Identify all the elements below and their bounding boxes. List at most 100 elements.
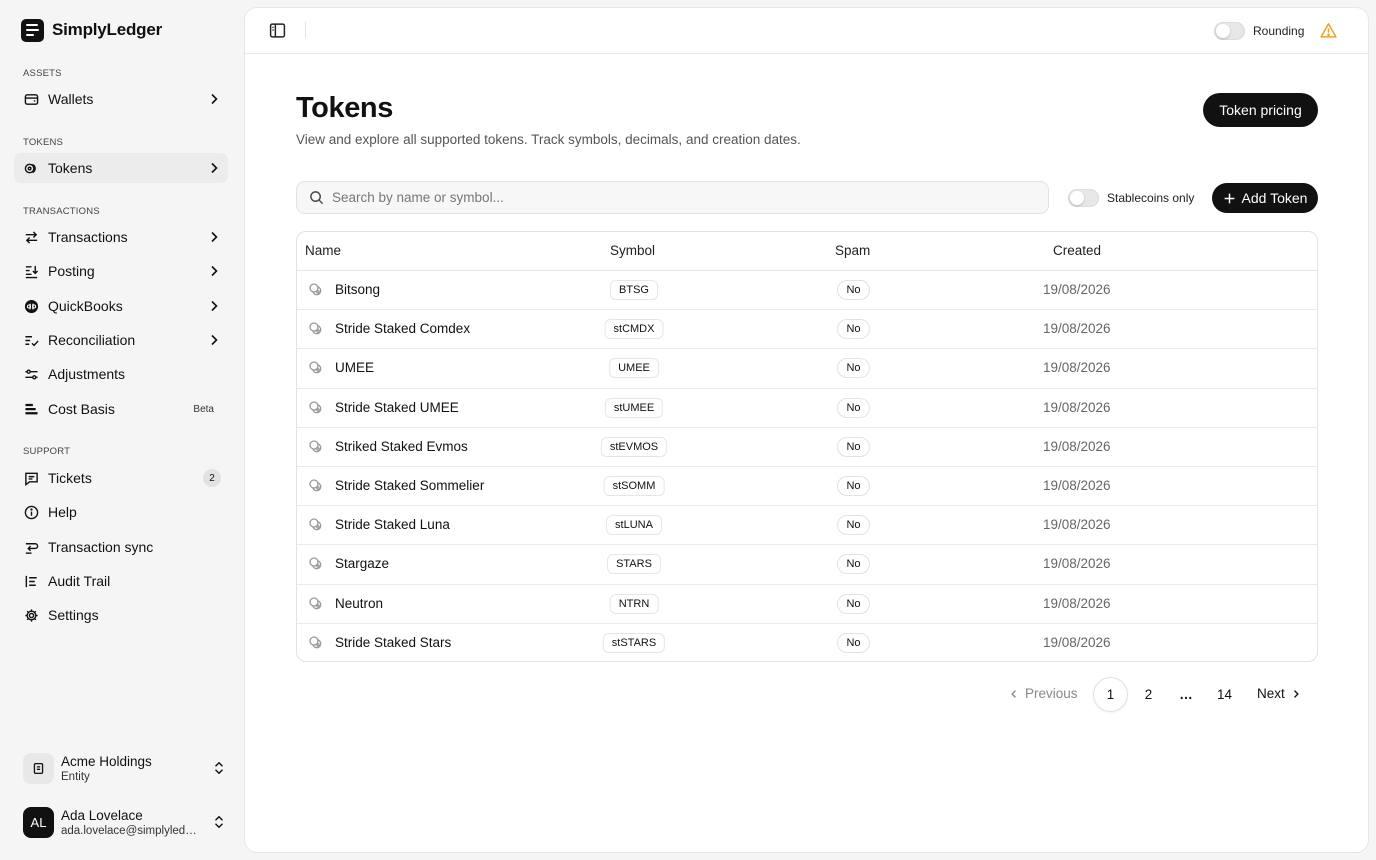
- entity-name: Acme Holdings: [61, 753, 152, 769]
- token-coins-icon: [309, 557, 322, 570]
- warning-triangle-icon[interactable]: [1320, 22, 1337, 39]
- entity-switcher[interactable]: Acme Holdings Entity: [23, 750, 229, 786]
- rounding-toggle[interactable]: [1214, 22, 1245, 40]
- created-date: 19/08/2026: [1043, 477, 1111, 493]
- sidebar-item-transaction-sync[interactable]: Transaction sync: [14, 532, 228, 562]
- spam-status-badge: No: [837, 554, 870, 575]
- chevron-right-icon: [1293, 689, 1299, 698]
- sidebar-item-transactions[interactable]: Transactions: [14, 222, 228, 252]
- created-date: 19/08/2026: [1043, 556, 1111, 572]
- brand-logo-icon: [21, 18, 44, 42]
- spam-status-badge: No: [837, 319, 870, 340]
- chevron-right-icon: [211, 300, 218, 312]
- table-row[interactable]: Stride Staked Luna stLUNA No 19/08/2026: [297, 506, 1317, 546]
- sidebar-item-tickets[interactable]: Tickets 2: [14, 463, 228, 493]
- page-number-14[interactable]: 14: [1207, 677, 1242, 712]
- chevron-right-icon: [211, 162, 218, 174]
- table-row[interactable]: Stargaze STARS No 19/08/2026: [297, 545, 1317, 585]
- sidebar-item-quickbooks[interactable]: QuickBooks: [14, 291, 228, 321]
- rounding-control: Rounding: [1214, 22, 1304, 40]
- created-date: 19/08/2026: [1043, 438, 1111, 454]
- chevron-right-icon: [211, 334, 218, 346]
- tickets-count-badge: 2: [203, 469, 221, 487]
- token-symbol-badge: stSTARS: [602, 632, 666, 653]
- sidebar-item-label: Reconciliation: [48, 332, 136, 348]
- column-header-spam[interactable]: Spam: [835, 243, 870, 258]
- spam-status-badge: No: [837, 436, 870, 457]
- table-row[interactable]: Stride Staked Comdex stCMDX No 19/08/2026: [297, 310, 1317, 350]
- spam-status-badge: No: [837, 475, 870, 496]
- token-name: Stride Staked Stars: [335, 634, 452, 650]
- token-coins-icon: [309, 518, 322, 531]
- token-symbol-badge: stEVMOS: [600, 436, 668, 457]
- token-name: Stride Staked Comdex: [335, 321, 471, 337]
- rounding-label: Rounding: [1253, 24, 1305, 38]
- add-token-button[interactable]: Add Token: [1212, 183, 1318, 213]
- pagination-previous[interactable]: Previous: [1008, 686, 1078, 701]
- page-title: Tokens: [296, 92, 393, 124]
- sidebar-item-adjustments[interactable]: Adjustments: [14, 359, 228, 389]
- column-header-created[interactable]: Created: [1053, 243, 1101, 258]
- arrows-exchange-icon: [24, 230, 39, 245]
- column-header-symbol[interactable]: Symbol: [610, 243, 655, 258]
- sidebar-item-audit-trail[interactable]: Audit Trail: [14, 566, 228, 596]
- sidebar-item-cost-basis[interactable]: Cost Basis Beta: [14, 394, 228, 424]
- user-switcher[interactable]: AL Ada Lovelace ada.lovelace@simplyledge…: [23, 804, 229, 840]
- column-header-name[interactable]: Name: [305, 243, 341, 258]
- chevron-left-icon: [1011, 689, 1016, 698]
- pagination-next[interactable]: Next: [1257, 686, 1302, 701]
- sidebar-item-label: Tickets: [48, 470, 92, 486]
- search-input[interactable]: [332, 182, 1048, 213]
- token-name: Stride Staked UMEE: [335, 399, 459, 415]
- sync-arrow-icon: [24, 540, 39, 555]
- sidebar-item-label: Cost Basis: [48, 401, 115, 417]
- sidebar-panel-icon[interactable]: [269, 22, 286, 39]
- info-circle-icon: [24, 505, 39, 520]
- spam-status-badge: No: [837, 358, 870, 379]
- section-label-assets: ASSETS: [23, 68, 62, 79]
- token-symbol-badge: stUMEE: [604, 397, 664, 418]
- sidebar: SimplyLedger ASSETS Wallets TOKENS Token…: [0, 0, 244, 860]
- table-row[interactable]: Stride Staked UMEE stUMEE No 19/08/2026: [297, 389, 1317, 428]
- topbar-divider: [305, 22, 306, 38]
- token-symbol-badge: stCMDX: [604, 319, 664, 340]
- sidebar-item-label: QuickBooks: [48, 298, 123, 314]
- spam-status-badge: No: [837, 632, 870, 653]
- token-name: Bitsong: [335, 282, 381, 297]
- brand[interactable]: SimplyLedger: [21, 18, 162, 42]
- created-date: 19/08/2026: [1043, 634, 1111, 650]
- table-row[interactable]: UMEE UMEE No 19/08/2026: [297, 349, 1317, 389]
- sidebar-item-reconciliation[interactable]: Reconciliation: [14, 325, 228, 355]
- sidebar-item-label: Transaction sync: [48, 539, 154, 555]
- sidebar-item-label: Transactions: [48, 229, 128, 245]
- token-coins-icon: [309, 636, 322, 648]
- main-panel: Rounding Tokens View and explore all sup…: [245, 8, 1368, 852]
- topbar: Rounding: [245, 8, 1368, 54]
- table-row[interactable]: Neutron NTRN No 19/08/2026: [297, 585, 1317, 624]
- table-row[interactable]: Striked Staked Evmos stEVMOS No 19/08/2026: [297, 428, 1317, 467]
- sidebar-item-label: Wallets: [48, 91, 94, 107]
- sidebar-item-tokens[interactable]: Tokens: [14, 153, 228, 183]
- sidebar-item-help[interactable]: Help: [14, 497, 228, 527]
- chevron-right-icon: [211, 265, 218, 277]
- stablecoins-label: Stablecoins only: [1107, 191, 1195, 205]
- created-date: 19/08/2026: [1043, 282, 1111, 297]
- token-name: UMEE: [335, 360, 375, 376]
- page-number-1[interactable]: 1: [1093, 677, 1128, 712]
- sidebar-item-settings[interactable]: Settings: [14, 600, 228, 630]
- page-number-2[interactable]: 2: [1131, 677, 1166, 712]
- section-label-transactions: TRANSACTIONS: [23, 206, 100, 217]
- table-row[interactable]: Stride Staked Sommelier stSOMM No 19/08/202…: [297, 467, 1317, 507]
- search-icon: [310, 191, 324, 205]
- token-symbol-badge: STARS: [607, 554, 661, 575]
- sidebar-item-label: Audit Trail: [48, 573, 111, 589]
- table-row[interactable]: Stride Staked Stars stSTARS No 19/08/2026: [297, 624, 1317, 661]
- stablecoins-toggle[interactable]: [1068, 189, 1099, 207]
- token-pricing-button[interactable]: Token pricing: [1203, 93, 1318, 127]
- table-row[interactable]: Bitsong BTSG No 19/08/2026: [297, 271, 1317, 311]
- sidebar-item-posting[interactable]: Posting: [14, 256, 228, 286]
- chevron-up-down-icon: [215, 761, 223, 775]
- token-coins-icon: [309, 361, 322, 374]
- sidebar-item-wallets[interactable]: Wallets: [14, 84, 228, 114]
- token-name: Stride Staked Luna: [335, 517, 450, 533]
